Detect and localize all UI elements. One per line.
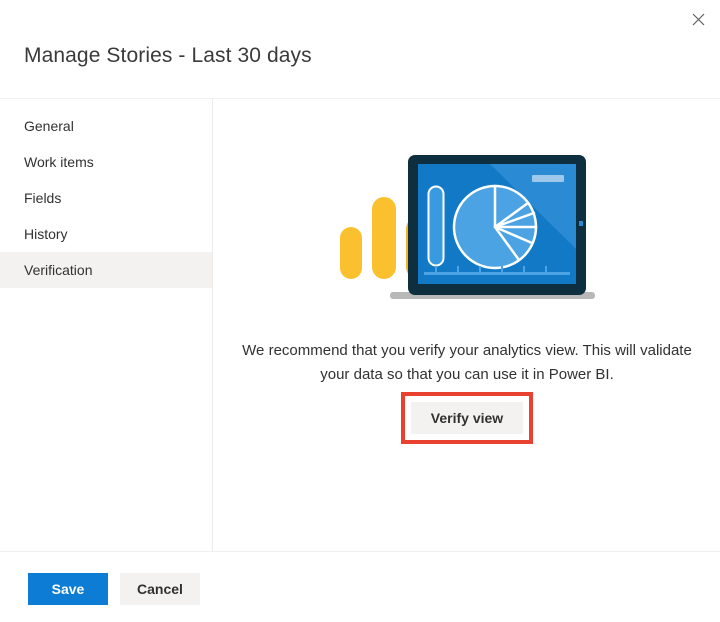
manage-stories-dialog: Manage Stories - Last 30 days General Wo… xyxy=(0,0,720,622)
verification-panel: We recommend that you verify your analyt… xyxy=(214,99,720,551)
sidebar-nav: General Work items Fields History Verifi… xyxy=(0,99,213,551)
close-button[interactable] xyxy=(681,4,715,34)
close-icon xyxy=(692,13,705,26)
sidebar-item-work-items[interactable]: Work items xyxy=(0,144,212,180)
sidebar-item-history[interactable]: History xyxy=(0,216,212,252)
verify-view-highlight: Verify view xyxy=(401,392,533,444)
verify-view-button[interactable]: Verify view xyxy=(411,402,523,434)
sidebar-item-label: Work items xyxy=(24,154,94,170)
dialog-body: General Work items Fields History Verifi… xyxy=(0,99,720,551)
analytics-dashboard-illustration xyxy=(332,149,602,309)
sidebar-item-label: General xyxy=(24,118,74,134)
verification-message: We recommend that you verify your analyt… xyxy=(242,342,692,383)
cancel-button[interactable]: Cancel xyxy=(120,573,200,605)
save-button[interactable]: Save xyxy=(28,573,108,605)
dialog-footer: Save Cancel xyxy=(0,552,720,622)
sidebar-item-general[interactable]: General xyxy=(0,108,212,144)
sidebar-item-verification[interactable]: Verification xyxy=(0,252,212,288)
sidebar-item-label: Fields xyxy=(24,190,62,206)
sidebar-item-fields[interactable]: Fields xyxy=(0,180,212,216)
sidebar-item-label: History xyxy=(24,226,68,242)
sidebar-item-label: Verification xyxy=(24,262,93,278)
page-title: Manage Stories - Last 30 days xyxy=(24,44,312,67)
